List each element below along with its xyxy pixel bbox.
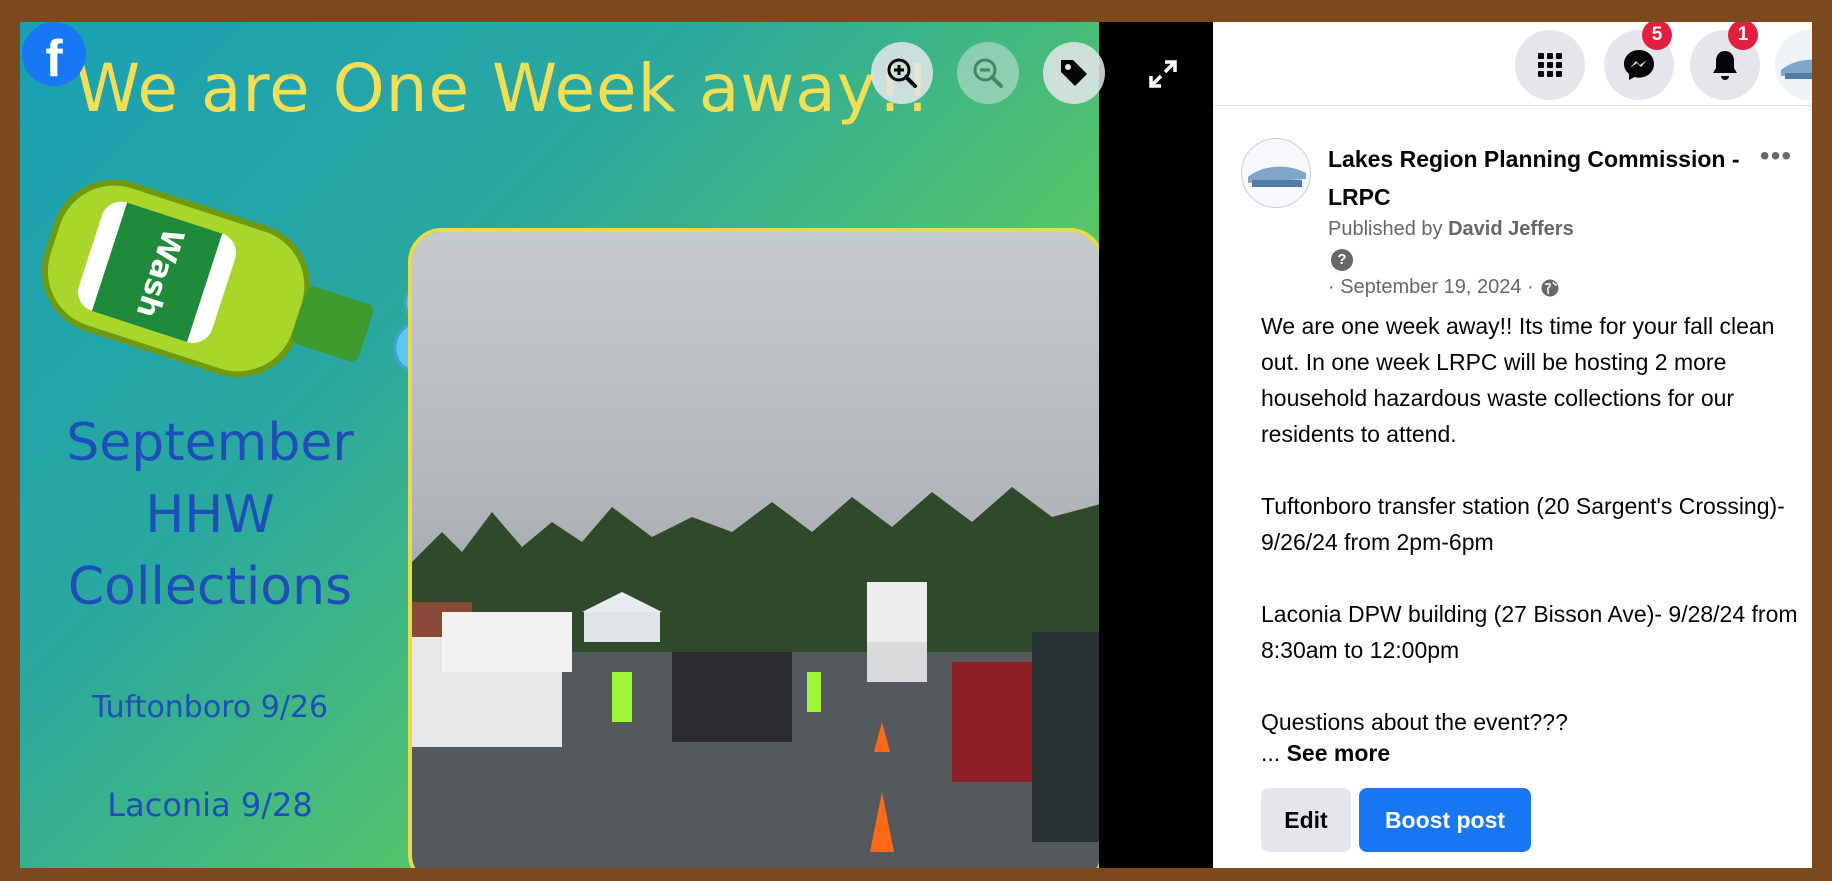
notifications-badge: 1 [1728, 22, 1758, 50]
post-text: We are one week away!! Its time for your… [1261, 308, 1801, 740]
page-name-link[interactable]: Lakes Region Planning Commission - LRPC [1328, 140, 1748, 216]
poster-event-laconia: Laconia 9/28 [107, 786, 313, 824]
photo-scene [412, 232, 1099, 868]
boost-post-button[interactable]: Boost post [1359, 788, 1531, 852]
edit-button[interactable]: Edit [1261, 788, 1351, 852]
account-avatar-button[interactable] [1775, 30, 1812, 100]
avatar [1775, 30, 1812, 100]
zoom-in-icon [887, 58, 917, 88]
post-details-panel: 5 1 Lakes Region Planning Commission - L… [1213, 22, 1812, 868]
poster-title: We are One Week away!! [75, 50, 932, 127]
post-date-row: · September 19, 2024 · [1328, 276, 1560, 299]
notifications-button[interactable]: 1 [1690, 22, 1760, 100]
see-more-label: See more [1286, 740, 1391, 766]
more-options-button[interactable]: ••• [1753, 142, 1799, 180]
see-more-link[interactable]: ... See more [1261, 740, 1390, 767]
screenshot-frame: We are One Week away!! Wash September HH… [20, 22, 1812, 868]
zoom-in-button[interactable] [871, 42, 933, 104]
help-icon[interactable]: ? [1331, 249, 1353, 271]
bell-icon [1713, 51, 1737, 80]
post-date[interactable]: · September 19, 2024 · [1328, 276, 1534, 299]
messenger-badge: 5 [1642, 22, 1672, 50]
poster-heading-line: Collections [67, 557, 353, 617]
zoom-out-icon [973, 58, 1003, 88]
post-paragraph: Questions about the event??? [1261, 709, 1568, 735]
zoom-out-button[interactable] [957, 42, 1019, 104]
post-image[interactable]: We are One Week away!! Wash September HH… [20, 22, 1099, 868]
post-paragraph: Laconia DPW building (27 Bisson Ave)- 9/… [1261, 601, 1798, 663]
post-paragraph: Tuftonboro transfer station (20 Sargent'… [1261, 493, 1785, 555]
messenger-icon [1624, 50, 1654, 80]
tag-icon [1061, 60, 1087, 86]
see-more-ellipsis: ... [1261, 740, 1281, 766]
publisher-name[interactable]: David Jeffers [1448, 218, 1574, 240]
menu-button[interactable] [1515, 30, 1585, 100]
photo-viewer: We are One Week away!! Wash September HH… [20, 22, 1213, 868]
poster-heading: September HHW Collections [40, 407, 380, 623]
poster-event-tuftonboro: Tuftonboro 9/26 [91, 690, 329, 725]
collection-event-photo [408, 228, 1099, 868]
lrpc-logo [1248, 166, 1306, 187]
globe-icon [1541, 279, 1559, 296]
poster-heading-line: September [66, 413, 354, 473]
messenger-button[interactable]: 5 [1604, 22, 1674, 100]
grid-menu-icon [1538, 53, 1562, 77]
published-prefix: Published by [1328, 218, 1443, 240]
facebook-icon[interactable]: f [22, 22, 86, 88]
published-by: Published by David Jeffers [1328, 218, 1574, 241]
tag-button[interactable] [1043, 42, 1105, 104]
page-avatar[interactable] [1241, 138, 1311, 208]
poster-heading-line: HHW [145, 485, 275, 545]
expand-icon[interactable] [1145, 56, 1181, 92]
post-paragraph: We are one week away!! Its time for your… [1261, 313, 1775, 447]
top-navigation: 5 1 [1213, 22, 1812, 106]
